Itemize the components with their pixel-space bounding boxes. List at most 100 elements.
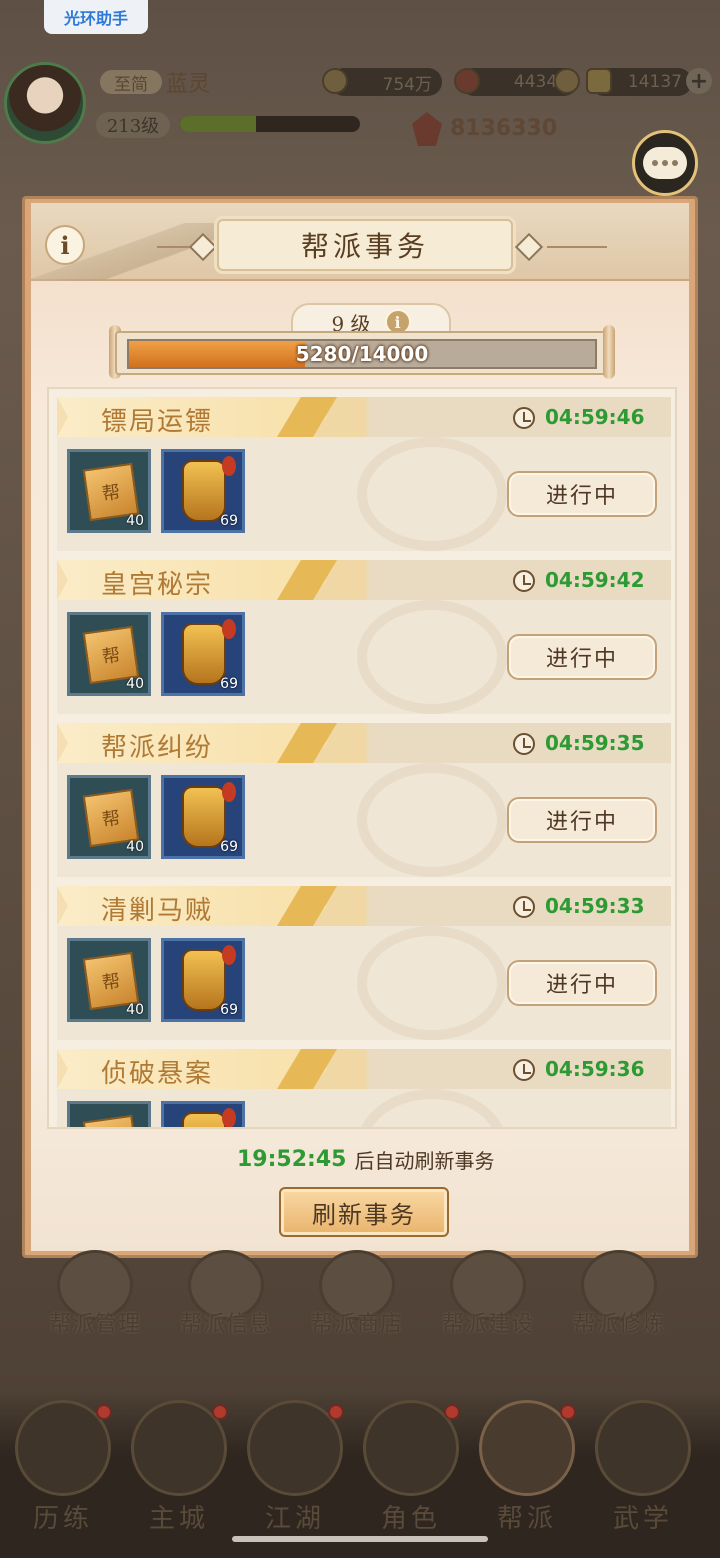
auto-refresh-time: 19:52:45	[237, 1147, 347, 1172]
guild-menu-item[interactable]: 帮派建设	[433, 1250, 543, 1350]
notification-dot	[96, 1404, 112, 1420]
reward-item[interactable]: 帮 40	[67, 938, 151, 1022]
player-level: 213级	[96, 112, 170, 138]
task-name: 侦破悬案	[101, 1059, 214, 1089]
nav-item[interactable]: 帮派	[472, 1400, 582, 1540]
guild-menu-label: 帮派管理	[48, 1312, 141, 1337]
item-count: 40	[126, 676, 144, 692]
notification-dot	[212, 1404, 228, 1420]
nav-label: 角色	[380, 1504, 441, 1534]
gold-ingot-icon	[586, 68, 612, 94]
notification-dot	[560, 1404, 576, 1420]
guild-exp-progress: 5280/14000	[127, 339, 597, 369]
tassel-icon	[222, 945, 236, 965]
clock-icon	[513, 733, 535, 755]
exp-bar-fill	[180, 116, 256, 132]
guild-menu-label: 帮派商店	[310, 1312, 403, 1337]
clock-icon	[513, 407, 535, 429]
exp-bar	[180, 116, 360, 132]
lotus-watermark	[357, 600, 507, 714]
task-status-button[interactable]: 进行中	[507, 471, 657, 517]
guild-menu: 帮派管理 帮派信息 帮派商店 帮派建设 帮派修炼	[40, 1250, 700, 1350]
item-count: 69	[220, 1002, 238, 1018]
rank-badge: 至简	[100, 70, 162, 95]
home-indicator[interactable]	[232, 1536, 488, 1542]
reward-item[interactable]	[161, 1101, 245, 1127]
info-icon[interactable]: i	[45, 225, 85, 265]
guild-menu-item[interactable]: 帮派修炼	[564, 1250, 674, 1350]
task-status-button[interactable]: 进行中	[507, 634, 657, 680]
bottom-nav: 历练 主城 江湖 角色 帮派 武学	[0, 1390, 720, 1558]
nav-item[interactable]: 武学	[588, 1400, 698, 1540]
task-row: 侦破悬案 04:59:36 帮	[57, 1049, 671, 1127]
nav-icon	[595, 1400, 691, 1496]
nav-item[interactable]: 主城	[124, 1400, 234, 1540]
task-timer: 04:59:33	[545, 894, 645, 918]
reward-item[interactable]: 69	[161, 612, 245, 696]
guild-menu-label: 帮派信息	[179, 1312, 272, 1337]
lotus-watermark	[357, 1089, 507, 1127]
clock-icon	[513, 896, 535, 918]
task-timer: 04:59:46	[545, 405, 645, 429]
lotus-watermark	[357, 763, 507, 877]
tassel-icon	[222, 619, 236, 639]
item-count: 69	[220, 676, 238, 692]
guild-menu-item[interactable]: 帮派管理	[40, 1250, 150, 1350]
task-header: 侦破悬案 04:59:36	[57, 1049, 671, 1089]
task-header: 皇宫秘宗 04:59:42	[57, 560, 671, 600]
task-list[interactable]: 镖局运镖 04:59:46 帮 40 69 进行中 皇宫秘宗 04:59:42 帮 40 69 进行中…	[47, 387, 677, 1129]
nav-label: 帮派	[496, 1504, 557, 1534]
item-glyph: 帮	[100, 970, 122, 995]
task-header: 镖局运镖 04:59:46	[57, 397, 671, 437]
reward-item[interactable]: 69	[161, 775, 245, 859]
title-diamond-right	[514, 232, 544, 262]
task-name: 镖局运镖	[101, 407, 214, 437]
item-glyph: 帮	[100, 481, 122, 506]
guild-affairs-panel: i 帮派事务 9 级 i 5280/14000 镖局运镖 04:59:46 帮 40 6…	[22, 196, 698, 1258]
ingot-value: 14137	[627, 72, 682, 92]
task-status-button[interactable]: 进行中	[507, 797, 657, 843]
avatar[interactable]	[4, 62, 86, 144]
reward-item[interactable]: 帮	[67, 1101, 151, 1127]
chat-button[interactable]	[632, 130, 698, 196]
clock-icon	[513, 570, 535, 592]
tassel-icon	[222, 456, 236, 476]
reward-item[interactable]: 帮 40	[67, 775, 151, 859]
nav-item[interactable]: 江湖	[240, 1400, 350, 1540]
task-timer: 04:59:36	[545, 1057, 645, 1081]
panel-header: i 帮派事务	[31, 203, 689, 281]
auto-refresh-note: 19:52:45 后自动刷新事务	[237, 1145, 494, 1174]
chat-bubble-icon	[643, 147, 687, 179]
task-status-button[interactable]: 进行中	[507, 960, 657, 1006]
item-count: 69	[220, 513, 238, 529]
nav-item[interactable]: 角色	[356, 1400, 466, 1540]
auto-refresh-text: 后自动刷新事务	[354, 1149, 495, 1173]
scroll-end-right	[603, 325, 615, 379]
item-glyph: 帮	[100, 807, 122, 832]
title-line-right	[547, 246, 607, 248]
add-ingot-button[interactable]: +	[686, 68, 712, 94]
task-header: 帮派纠纷 04:59:35	[57, 723, 671, 763]
item-count: 69	[220, 839, 238, 855]
lotus-watermark	[357, 926, 507, 1040]
task-row: 清剿马贼 04:59:33 帮 40 69 进行中	[57, 886, 671, 1040]
copper-coin-icon	[322, 68, 348, 94]
reward-item[interactable]: 69	[161, 938, 245, 1022]
item-glyph: 帮	[100, 644, 122, 669]
task-name: 帮派纠纷	[101, 733, 214, 763]
guild-menu-item[interactable]: 帮派商店	[302, 1250, 412, 1350]
tassel-icon	[222, 782, 236, 802]
nav-item[interactable]: 历练	[8, 1400, 118, 1540]
item-count: 40	[126, 1002, 144, 1018]
reward-item[interactable]: 帮 40	[67, 612, 151, 696]
task-timer: 04:59:35	[545, 731, 645, 755]
reward-item[interactable]: 帮 40	[67, 449, 151, 533]
guild-menu-item[interactable]: 帮派信息	[171, 1250, 281, 1350]
combat-power: 8136330	[450, 116, 558, 141]
flame-icon	[454, 68, 480, 94]
ingot-add-icon[interactable]	[554, 68, 580, 94]
refresh-tasks-button[interactable]: 刷新事务	[279, 1187, 449, 1237]
reward-item[interactable]: 69	[161, 449, 245, 533]
nav-label: 历练	[32, 1504, 93, 1534]
helper-badge[interactable]: 光环助手	[44, 0, 148, 34]
